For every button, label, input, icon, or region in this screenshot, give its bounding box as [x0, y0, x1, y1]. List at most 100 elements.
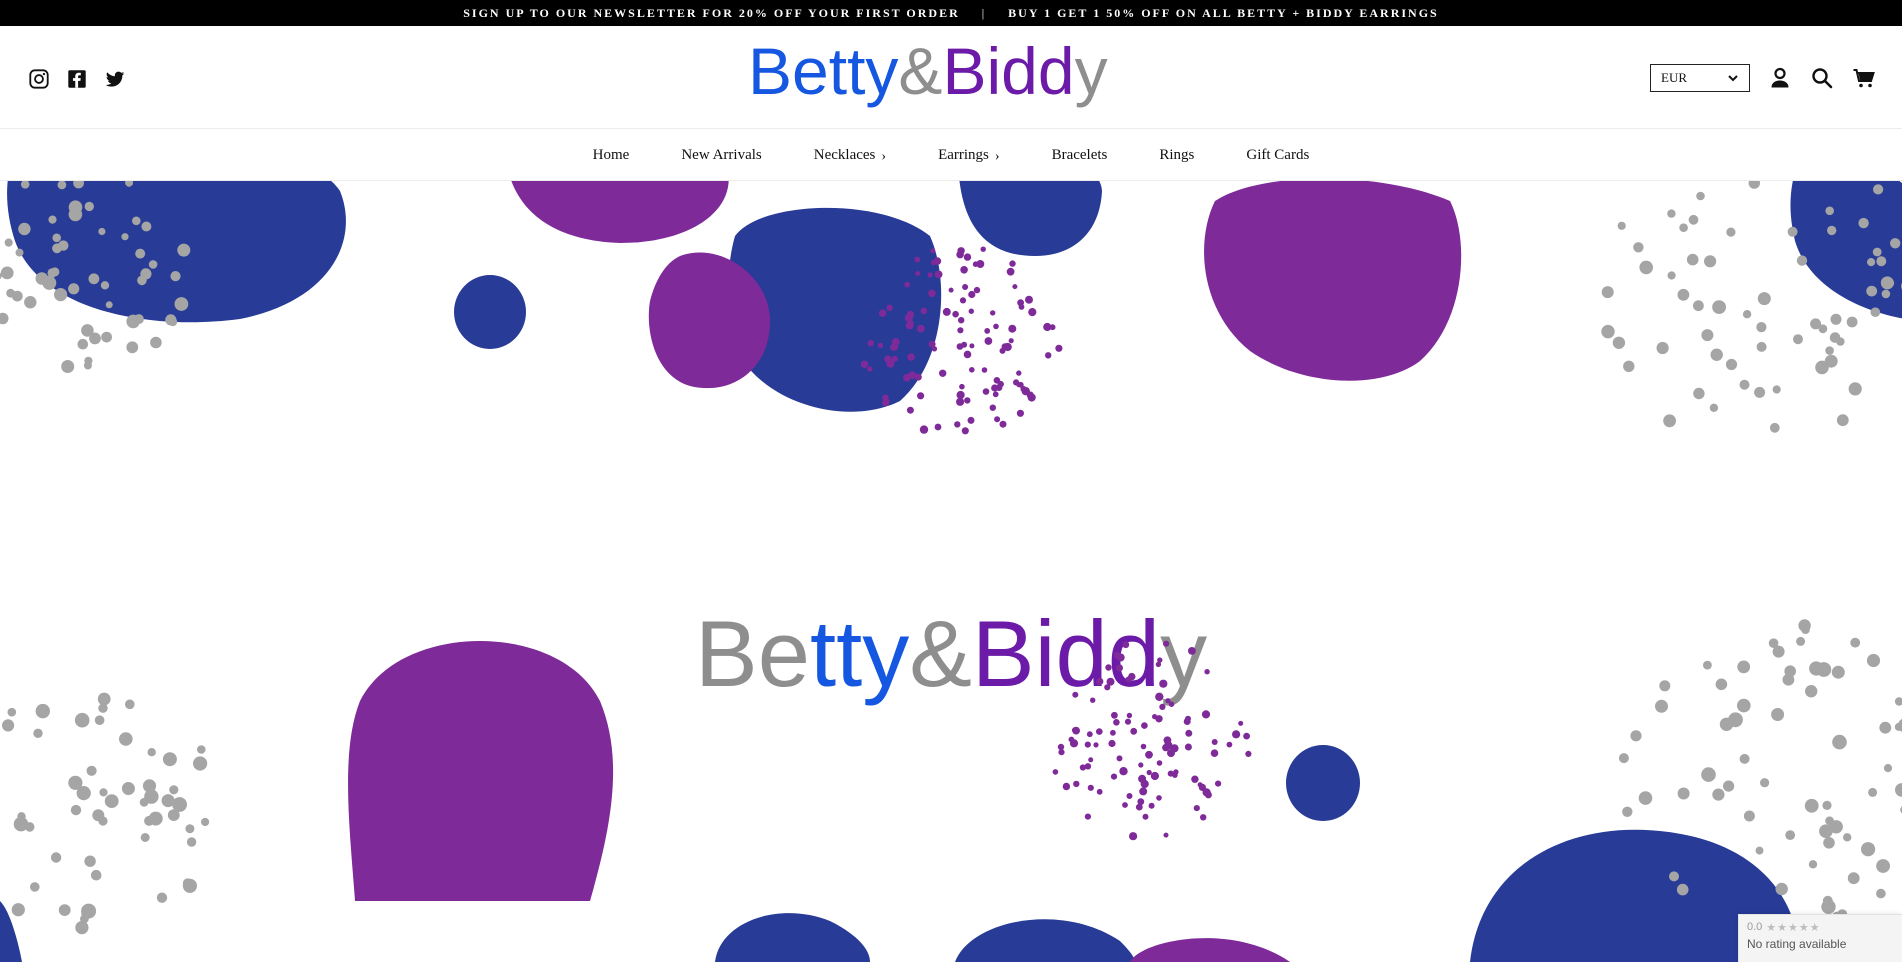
decorative-dot	[1688, 214, 1699, 225]
decorative-dot	[50, 852, 62, 863]
account-icon[interactable]	[1768, 66, 1792, 90]
decorative-dot	[1150, 771, 1159, 781]
decorative-dot	[1693, 300, 1704, 312]
decorative-dot	[58, 904, 71, 916]
decorative-dot	[969, 343, 975, 349]
decorative-dot	[1850, 637, 1861, 648]
nav-item-rings[interactable]: Rings	[1133, 147, 1220, 164]
decorative-dot	[1861, 842, 1876, 857]
twitter-icon[interactable]	[104, 68, 126, 90]
facebook-icon[interactable]	[66, 68, 88, 90]
decorative-dot	[1104, 684, 1111, 691]
decorative-dot	[1832, 734, 1847, 750]
decorative-dot	[991, 384, 999, 392]
hero-banner[interactable]: Betty&Biddy	[0, 181, 1902, 962]
nav-item-home[interactable]: Home	[567, 147, 656, 164]
decorative-dot	[132, 216, 141, 226]
decorative-dot	[68, 283, 80, 295]
decorative-dot	[982, 388, 990, 395]
decorative-dot	[1868, 787, 1878, 797]
nav-item-bracelets[interactable]: Bracelets	[1026, 147, 1134, 164]
nav-item-label: Necklaces	[813, 146, 876, 163]
decorative-dot	[1170, 744, 1179, 753]
header-actions: EUR	[1650, 64, 1876, 92]
decorative-dot	[1126, 712, 1133, 719]
decorative-dot	[68, 200, 83, 214]
purple-blob	[1204, 181, 1462, 381]
decorative-dot	[1122, 802, 1128, 808]
decorative-dot	[126, 341, 139, 354]
decorative-dot	[121, 233, 129, 241]
decorative-dot	[140, 268, 152, 280]
decorative-dot	[1115, 664, 1123, 672]
decorative-dot	[1110, 729, 1116, 736]
blue-blob	[1286, 745, 1360, 821]
decorative-dot	[1138, 762, 1144, 768]
decorative-dot	[1667, 209, 1676, 218]
decorative-dot	[960, 266, 968, 274]
decorative-dot	[1885, 278, 1895, 288]
nav-item-label: Rings	[1159, 146, 1195, 163]
decorative-dot	[969, 367, 975, 373]
decorative-dot	[891, 338, 900, 346]
decorative-dot	[1119, 767, 1128, 776]
nav-item-earrings[interactable]: Earrings ›	[912, 147, 1026, 165]
search-icon[interactable]	[1810, 66, 1834, 90]
decorative-dot	[1163, 832, 1169, 838]
decorative-dot	[1016, 382, 1022, 388]
decorative-dot	[1801, 625, 1810, 634]
announcement-earrings-offer[interactable]: BUY 1 GET 1 50% OFF ON ALL BETTY + BIDDY…	[1008, 6, 1439, 21]
decorative-dot	[48, 215, 57, 224]
nav-item-gift-cards[interactable]: Gift Cards	[1220, 147, 1335, 164]
decorative-dot	[90, 869, 102, 881]
nav-item-new-arrivals[interactable]: New Arrivals	[655, 147, 787, 164]
decorative-dot	[1173, 769, 1179, 775]
decorative-dot	[1656, 341, 1669, 355]
decorative-dot	[1016, 370, 1022, 376]
decorative-dot	[1124, 718, 1132, 725]
decorative-dot	[1755, 846, 1764, 855]
instagram-icon[interactable]	[28, 68, 50, 90]
decorative-dot	[891, 355, 898, 362]
decorative-dot	[1003, 342, 1012, 352]
decorative-dot	[1815, 360, 1829, 375]
decorative-dot	[148, 260, 158, 269]
decorative-dot	[1809, 661, 1824, 676]
decorative-dot	[1145, 750, 1153, 759]
nav-item-necklaces[interactable]: Necklaces ›	[788, 146, 912, 165]
decorative-dot	[961, 341, 968, 348]
decorative-dot	[101, 331, 112, 343]
brand-logo[interactable]: Betty&Biddy	[748, 34, 1152, 120]
logo-text-tty: tty	[829, 34, 899, 108]
decorative-dot	[1846, 316, 1858, 328]
decorative-dot	[1142, 813, 1149, 820]
decorative-dot	[1655, 699, 1668, 713]
decorative-dot	[81, 324, 94, 337]
decorative-dot	[1872, 247, 1882, 257]
decorative-dot	[1045, 352, 1052, 359]
decorative-dot	[989, 404, 996, 411]
decorative-dot	[0, 266, 14, 280]
decorative-dot	[1126, 793, 1133, 799]
decorative-dot	[193, 756, 208, 771]
decorative-dot	[1669, 871, 1679, 882]
logo-text-idd: idd	[986, 34, 1074, 108]
decorative-dot	[1825, 206, 1834, 216]
decorative-dot	[1701, 767, 1716, 782]
rating-badge[interactable]: 0.0 ★★★★★ No rating available	[1738, 914, 1902, 962]
decorative-dot	[133, 314, 144, 325]
rating-score: 0.0	[1747, 921, 1763, 933]
announcement-newsletter[interactable]: SIGN UP TO OUR NEWSLETTER FOR 20% OFF YO…	[463, 6, 960, 21]
cart-icon[interactable]	[1852, 66, 1876, 90]
decorative-dot	[148, 811, 163, 826]
decorative-dot	[1191, 775, 1199, 783]
decorative-dot	[4, 238, 13, 247]
currency-select[interactable]: EUR	[1650, 64, 1750, 92]
decorative-dot	[1211, 739, 1218, 745]
decorative-dot	[954, 421, 961, 428]
decorative-dot	[1679, 223, 1688, 232]
decorative-dot	[1883, 764, 1893, 773]
decorative-dot	[119, 732, 133, 746]
decorative-dot	[908, 320, 914, 326]
decorative-dot	[1138, 774, 1147, 783]
